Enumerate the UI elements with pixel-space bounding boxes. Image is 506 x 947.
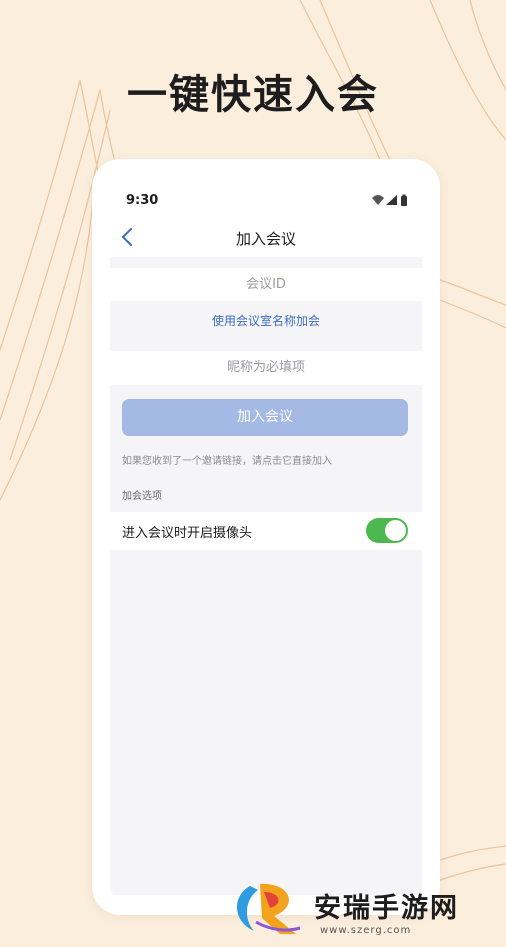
join-options-label: 加会选项: [122, 491, 162, 502]
page-headline: 一键快速入会: [127, 72, 379, 118]
status-bar: 9:30: [110, 181, 422, 217]
watermark-title: 安瑞手游网: [314, 893, 459, 924]
watermark-url: www.szerg.com: [320, 925, 412, 936]
watermark-logo: [236, 883, 301, 934]
toggle-knob: [385, 520, 406, 541]
nickname-input[interactable]: 昵称为必填项: [110, 351, 422, 385]
meeting-id-input[interactable]: 会议ID: [110, 268, 422, 301]
camera-option-row: 进入会议时开启摄像头: [110, 512, 422, 550]
battery-icon: [401, 194, 407, 206]
use-room-name-link[interactable]: 使用会议室名称加会: [110, 312, 422, 334]
cell-signal-icon: [386, 195, 397, 205]
join-meeting-button[interactable]: 加入会议: [122, 399, 408, 436]
app-screen: 9:30 加入会议 会议ID 使用会议室名称加会 昵称为必填项 加入会议 如果您…: [110, 181, 422, 895]
nav-bar: 加入会议: [110, 217, 422, 257]
wifi-icon: [372, 195, 384, 205]
invite-link-hint: 如果您收到了一个邀请链接，请点击它直接加入: [122, 456, 332, 467]
nav-title: 加入会议: [235, 230, 296, 248]
camera-toggle[interactable]: [366, 518, 408, 543]
camera-option-label: 进入会议时开启摄像头: [122, 526, 253, 541]
status-icons: [372, 194, 407, 206]
phone-frame: 9:30 加入会议 会议ID 使用会议室名称加会 昵称为必填项 加入会议 如果您…: [92, 159, 440, 915]
status-time: 9:30: [126, 193, 159, 208]
